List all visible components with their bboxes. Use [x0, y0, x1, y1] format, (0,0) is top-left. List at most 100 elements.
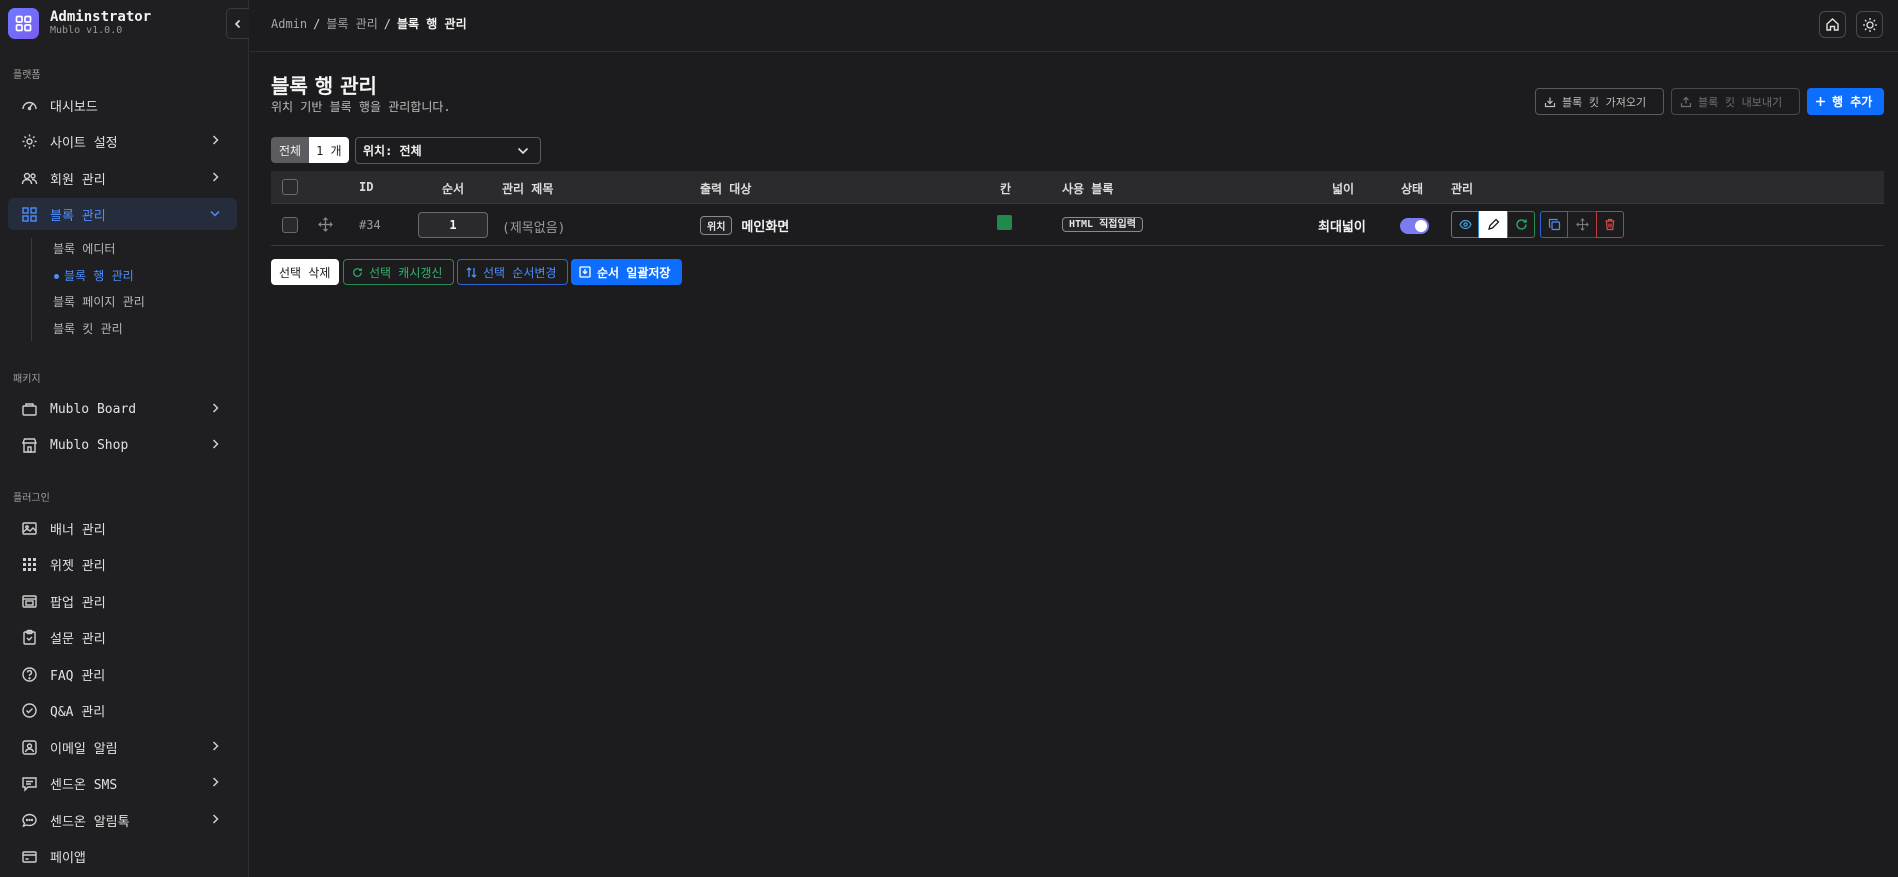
select-all-checkbox[interactable]: [282, 179, 298, 195]
column-header-target: 출력 대상: [700, 182, 752, 196]
sidebar-subitem-block-rows[interactable]: 블록 행 관리: [54, 267, 134, 284]
section-title-package: 패키지: [13, 374, 41, 385]
sidebar-item-label: 회원 관리: [50, 172, 106, 188]
section-title-plugin: 플러그인: [13, 493, 50, 504]
chevron-down-icon: [517, 147, 529, 155]
sidebar-item-label: 위젯 관리: [50, 558, 106, 574]
change-selected-order-label: 선택 순서변경: [483, 265, 557, 280]
total-count-value: 1 개: [309, 137, 349, 163]
row-checkbox[interactable]: [282, 217, 298, 233]
sidebar-item-survey[interactable]: 설문 관리: [8, 621, 237, 653]
delete-selected-button[interactable]: 선택 삭제: [271, 259, 339, 285]
chevron-right-icon: [212, 777, 219, 787]
chevron-right-icon: [212, 403, 219, 413]
message-icon: [21, 775, 38, 792]
home-icon: [1826, 18, 1839, 31]
column-header-title: 관리 제목: [502, 182, 554, 196]
column-header-manage: 관리: [1451, 182, 1474, 196]
app-name: Adminstrator: [50, 9, 152, 25]
sidebar-item-label: 이메일 알림: [50, 741, 118, 757]
save-order-button[interactable]: 순서 일괄저장: [571, 259, 682, 285]
copy-button[interactable]: [1540, 211, 1568, 238]
row-title[interactable]: (제목없음): [502, 217, 566, 236]
view-button[interactable]: [1451, 211, 1479, 238]
row-target: 위치 메인화면: [700, 216, 789, 235]
sidebar-item-sendon-sms[interactable]: 센드온 SMS: [8, 767, 237, 799]
breadcrumb-root[interactable]: Admin: [271, 17, 307, 31]
add-row-button[interactable]: 행 추가: [1807, 88, 1884, 115]
breadcrumb-current: 블록 행 관리: [396, 17, 467, 31]
sidebar-subitem-block-pages[interactable]: 블록 페이지 관리: [53, 293, 145, 310]
sidebar: Adminstrator Mublo v1.0.0 플랫폼 대시보드 사이트 설…: [0, 0, 249, 877]
sidebar-item-banner[interactable]: 배너 관리: [8, 512, 237, 544]
save-icon: [579, 266, 591, 278]
sidebar-item-label: 사이트 설정: [50, 135, 118, 151]
row-id: #34: [359, 218, 381, 232]
sidebar-subitem-block-kits[interactable]: 블록 킷 관리: [53, 320, 123, 337]
order-input[interactable]: 1: [418, 212, 488, 238]
row-blocks: HTML 직접입력: [1062, 215, 1143, 232]
edit-button[interactable]: [1479, 211, 1507, 238]
popup-icon: [21, 593, 38, 610]
column-header-order: 순서: [442, 182, 465, 196]
move-icon: [318, 217, 333, 232]
import-kit-button[interactable]: 블록 킷 가져오기: [1535, 88, 1664, 115]
grid-icon: [21, 206, 38, 223]
refresh-icon: [353, 267, 362, 277]
sidebar-item-payapp[interactable]: 페이앱: [8, 840, 237, 872]
sidebar-item-qna[interactable]: Q&A 관리: [8, 694, 237, 726]
drag-handle[interactable]: [318, 217, 333, 232]
delete-button[interactable]: [1596, 211, 1624, 238]
table-header: ID 순서 관리 제목 출력 대상 칸 사용 블록 넓이 상태 관리: [271, 171, 1884, 204]
order-input-value: 1: [418, 212, 488, 238]
sidebar-item-mublo-shop[interactable]: Mublo Shop: [8, 429, 237, 461]
chevron-right-icon: [212, 439, 219, 449]
row-width: 최대넓이: [1318, 220, 1366, 235]
users-icon: [21, 170, 38, 187]
sidebar-item-label: Mublo Shop: [50, 437, 129, 453]
chevron-right-icon: [212, 741, 219, 751]
pencil-icon: [1487, 218, 1499, 230]
page-description: 위치 기반 블록 행을 관리합니다.: [271, 100, 451, 114]
refresh-cache-button[interactable]: [1507, 211, 1535, 238]
position-badge: 위치: [700, 216, 733, 235]
sidebar-item-dashboard[interactable]: 대시보드: [8, 89, 237, 121]
export-kit-button[interactable]: 블록 킷 내보내기: [1671, 88, 1800, 115]
theme-toggle-button[interactable]: [1856, 11, 1883, 38]
sidebar-item-site-settings[interactable]: 사이트 설정: [8, 125, 237, 157]
breadcrumb-parent[interactable]: 블록 관리: [326, 17, 377, 31]
column-header-width: 넓이: [1332, 182, 1355, 196]
sidebar-item-label: 센드온 SMS: [50, 777, 118, 793]
status-toggle[interactable]: [1400, 218, 1429, 234]
copy-icon: [1548, 218, 1560, 231]
sidebar-item-members[interactable]: 회원 관리: [8, 162, 237, 194]
eye-icon: [1458, 219, 1472, 230]
sidebar-item-sendon-alimtalk[interactable]: 센드온 알림톡: [8, 804, 237, 836]
brand[interactable]: Adminstrator Mublo v1.0.0: [8, 7, 151, 39]
clipboard-icon: [21, 629, 38, 646]
chevron-right-icon: [212, 814, 219, 824]
position-select[interactable]: 위치: 전체: [355, 137, 541, 164]
column-swatch: [997, 215, 1012, 230]
trash-icon: [1605, 218, 1615, 231]
sidebar-item-label: 팝업 관리: [50, 595, 106, 611]
sidebar-item-popup[interactable]: 팝업 관리: [8, 585, 237, 617]
sidebar-item-faq[interactable]: FAQ 관리: [8, 658, 237, 690]
sidebar-item-email-alert[interactable]: 이메일 알림: [8, 731, 237, 763]
move-button[interactable]: [1568, 211, 1596, 238]
refresh-selected-cache-label: 선택 캐시갱신: [369, 265, 443, 280]
refresh-selected-cache-button[interactable]: 선택 캐시갱신: [343, 259, 454, 285]
chevron-right-icon: [212, 135, 219, 145]
sidebar-item-widget[interactable]: 위젯 관리: [8, 548, 237, 580]
home-button[interactable]: [1819, 11, 1846, 38]
sidebar-item-block-management[interactable]: 블록 관리: [8, 198, 237, 230]
sidebar-item-label: Q&A 관리: [50, 704, 106, 720]
sidebar-item-label: 대시보드: [50, 99, 98, 115]
refresh-icon: [1515, 219, 1527, 230]
change-selected-order-button[interactable]: 선택 순서변경: [457, 259, 568, 285]
store-icon: [21, 437, 38, 454]
sidebar-collapse-button[interactable]: [226, 8, 249, 39]
check-circle-icon: [21, 702, 38, 719]
sidebar-item-mublo-board[interactable]: Mublo Board: [8, 393, 237, 425]
sidebar-subitem-block-editor[interactable]: 블록 에디터: [53, 240, 115, 257]
